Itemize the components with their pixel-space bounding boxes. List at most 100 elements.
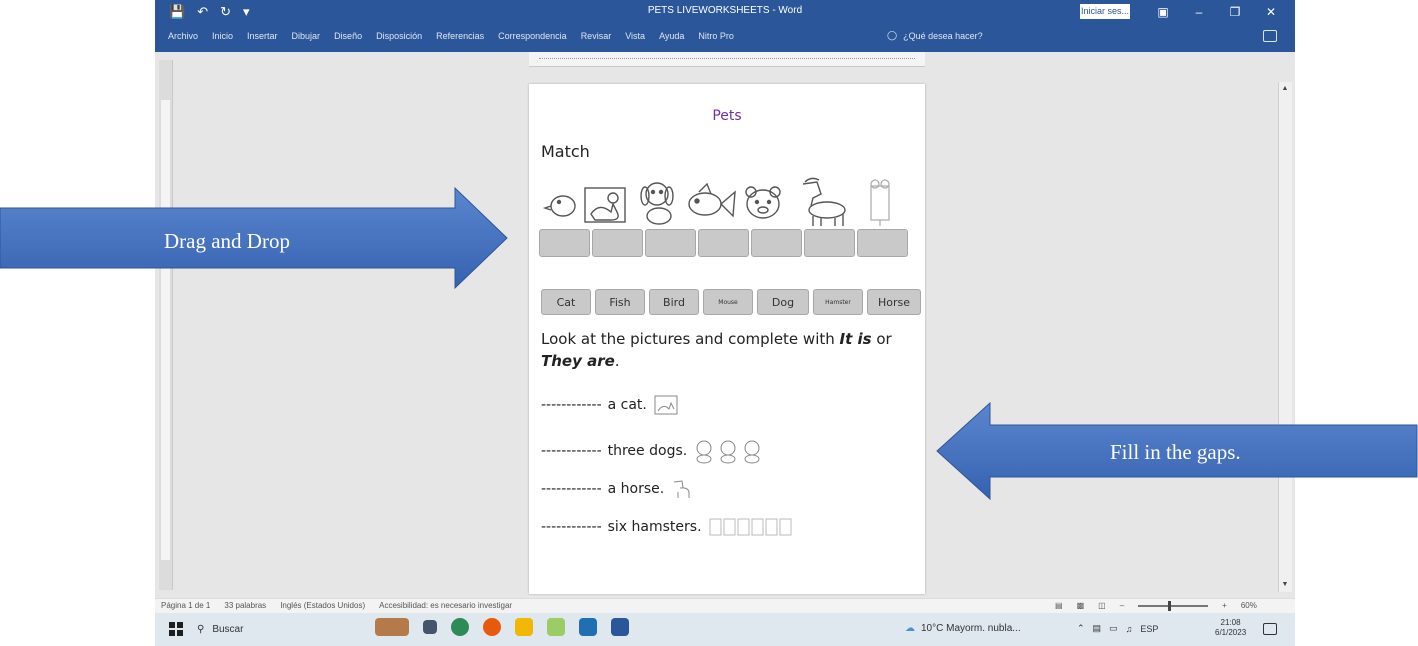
vertical-ruler[interactable] xyxy=(159,60,173,590)
notifications-icon[interactable] xyxy=(1263,623,1277,635)
close-icon[interactable]: ✕ xyxy=(1253,2,1289,22)
minimize-icon[interactable]: – xyxy=(1181,2,1217,22)
weather-widget[interactable]: ☁ 10°C Mayorm. nubla... xyxy=(905,623,1021,634)
sentence-text: a horse. xyxy=(607,481,665,497)
read-mode-icon[interactable]: ▤ xyxy=(1055,601,1063,610)
word-tile-dog[interactable]: Dog xyxy=(757,289,809,315)
ribbon-display-icon[interactable]: ▣ xyxy=(1145,2,1181,22)
word-tile-horse[interactable]: Horse xyxy=(867,289,921,315)
tab-revisar[interactable]: Revisar xyxy=(574,31,619,41)
redo-icon[interactable]: ↻ xyxy=(220,4,231,20)
sentence-2: ------------ three dogs. xyxy=(541,438,765,464)
tab-archivo[interactable]: Archivo xyxy=(161,31,205,41)
scroll-up-icon[interactable]: ▲ xyxy=(1280,84,1290,94)
drop-zones xyxy=(539,229,908,257)
tell-me-search[interactable]: ◯ ¿Qué desea hacer? xyxy=(887,30,983,41)
vertical-scrollbar[interactable]: ▲ ▼ xyxy=(1278,82,1292,592)
status-bar: Página 1 de 1 33 palabras Inglés (Estado… xyxy=(155,598,1295,613)
drop-zone[interactable] xyxy=(857,229,908,257)
scroll-down-icon[interactable]: ▼ xyxy=(1280,580,1290,590)
taskbar-search[interactable]: ⚲ Buscar xyxy=(197,617,357,641)
sentence-blank[interactable]: ------------ xyxy=(541,519,602,535)
photos-icon[interactable] xyxy=(579,618,597,636)
zoom-in-icon[interactable]: + xyxy=(1222,601,1227,610)
horizontal-ruler[interactable] xyxy=(529,52,925,67)
customize-icon[interactable]: ▾ xyxy=(243,4,250,20)
signin-button[interactable]: Iniciar ses... xyxy=(1080,4,1130,19)
word-app-icon[interactable] xyxy=(611,618,629,636)
word-tile-cat[interactable]: Cat xyxy=(541,289,591,315)
word-tile-mouse[interactable]: Mouse xyxy=(703,289,753,315)
tell-me-label[interactable]: ¿Qué desea hacer? xyxy=(903,31,983,41)
drag-drop-label: Drag and Drop xyxy=(164,229,290,253)
drop-zone[interactable] xyxy=(698,229,749,257)
firefox-icon[interactable] xyxy=(483,618,501,636)
language-indicator[interactable]: ESP xyxy=(1140,624,1158,634)
zoom-out-icon[interactable]: – xyxy=(1120,601,1124,610)
clock-date: 6/1/2023 xyxy=(1215,628,1247,637)
fill-gaps-label: Fill in the gaps. xyxy=(1110,440,1241,464)
save-icon[interactable]: 💾 xyxy=(169,4,185,20)
pinned-apps xyxy=(375,618,629,636)
search-highlight-icon[interactable] xyxy=(375,618,409,636)
tab-list: Archivo Inicio Insertar Dibujar Diseño Dispos… xyxy=(161,31,741,41)
weather-text: 10°C Mayorm. nubla... xyxy=(921,623,1021,634)
maximize-icon[interactable]: ❐ xyxy=(1217,2,1253,22)
network-icon[interactable]: ▤ xyxy=(1093,623,1102,634)
tab-referencias[interactable]: Referencias xyxy=(429,31,491,41)
drop-zone[interactable] xyxy=(645,229,696,257)
clock[interactable]: 21:08 6/1/2023 xyxy=(1215,618,1246,638)
print-layout-icon[interactable]: ▩ xyxy=(1077,601,1085,610)
language-status[interactable]: Inglés (Estados Unidos) xyxy=(280,601,365,610)
sentence-blank[interactable]: ------------ xyxy=(541,481,602,497)
edge-icon[interactable] xyxy=(451,618,469,636)
drop-zone[interactable] xyxy=(804,229,855,257)
tab-dise-o[interactable]: Diseño xyxy=(327,31,369,41)
accessibility-status[interactable]: Accesibilidad: es necesario investigar xyxy=(379,601,512,610)
page-count[interactable]: Página 1 de 1 xyxy=(161,601,210,610)
drop-zone[interactable] xyxy=(592,229,643,257)
paint-icon[interactable] xyxy=(547,618,565,636)
windows-start-icon[interactable] xyxy=(169,622,183,636)
they-are-text: They are xyxy=(541,352,615,370)
document-page[interactable]: Pets Match Cat Fish Bird Mouse Dog Hamst… xyxy=(529,84,925,594)
battery-icon[interactable]: ▭ xyxy=(1109,623,1118,634)
sentence-blank[interactable]: ------------ xyxy=(541,443,602,459)
volume-icon[interactable]: ♫ xyxy=(1126,624,1133,634)
word-count[interactable]: 33 palabras xyxy=(224,601,266,610)
task-view-icon[interactable] xyxy=(423,620,437,634)
drop-zone[interactable] xyxy=(539,229,590,257)
tab-disposici-n[interactable]: Disposición xyxy=(369,31,429,41)
undo-icon[interactable]: ↶ xyxy=(197,4,208,20)
word-window: 💾 ↶ ↻ ▾ PETS LIVEWORKSHEETS - Word Inici… xyxy=(155,0,1295,646)
tab-nitro-pro[interactable]: Nitro Pro xyxy=(691,31,741,41)
sentence-3: ------------ a horse. xyxy=(541,478,692,500)
zoom-level[interactable]: 60% xyxy=(1241,601,1257,610)
instruction-part1: Look at the pictures and complete with xyxy=(541,330,840,348)
tab-inicio[interactable]: Inicio xyxy=(205,31,240,41)
zoom-slider[interactable] xyxy=(1138,600,1209,611)
sentence-blank[interactable]: ------------ xyxy=(541,397,602,413)
web-layout-icon[interactable]: ◫ xyxy=(1098,601,1106,610)
cat-picture xyxy=(584,187,626,223)
weather-icon: ☁ xyxy=(905,623,915,634)
word-bank: Cat Fish Bird Mouse Dog Hamster Horse xyxy=(541,289,921,315)
word-tile-hamster[interactable]: Hamster xyxy=(813,289,863,315)
tab-insertar[interactable]: Insertar xyxy=(240,31,285,41)
tray-expand-icon[interactable]: ⌃ xyxy=(1077,623,1085,634)
word-tile-fish[interactable]: Fish xyxy=(595,289,645,315)
file-explorer-icon[interactable] xyxy=(515,618,533,636)
taskbar: ⚲ Buscar ☁ 10°C Mayorm. nubla... ⌃ ▤ ▭ ♫… xyxy=(155,613,1295,646)
tab-dibujar[interactable]: Dibujar xyxy=(285,31,328,41)
hamsters-icon xyxy=(709,518,792,536)
word-tile-bird[interactable]: Bird xyxy=(649,289,699,315)
tab-ayuda[interactable]: Ayuda xyxy=(652,31,691,41)
instructions: Look at the pictures and complete with I… xyxy=(541,328,911,372)
comments-icon[interactable] xyxy=(1263,30,1277,42)
drop-zone[interactable] xyxy=(751,229,802,257)
tab-correspondencia[interactable]: Correspondencia xyxy=(491,31,574,41)
sentence-text: three dogs. xyxy=(607,443,688,459)
tab-vista[interactable]: Vista xyxy=(618,31,652,41)
dog-picture xyxy=(640,182,674,225)
instruction-part2: or xyxy=(871,330,892,348)
